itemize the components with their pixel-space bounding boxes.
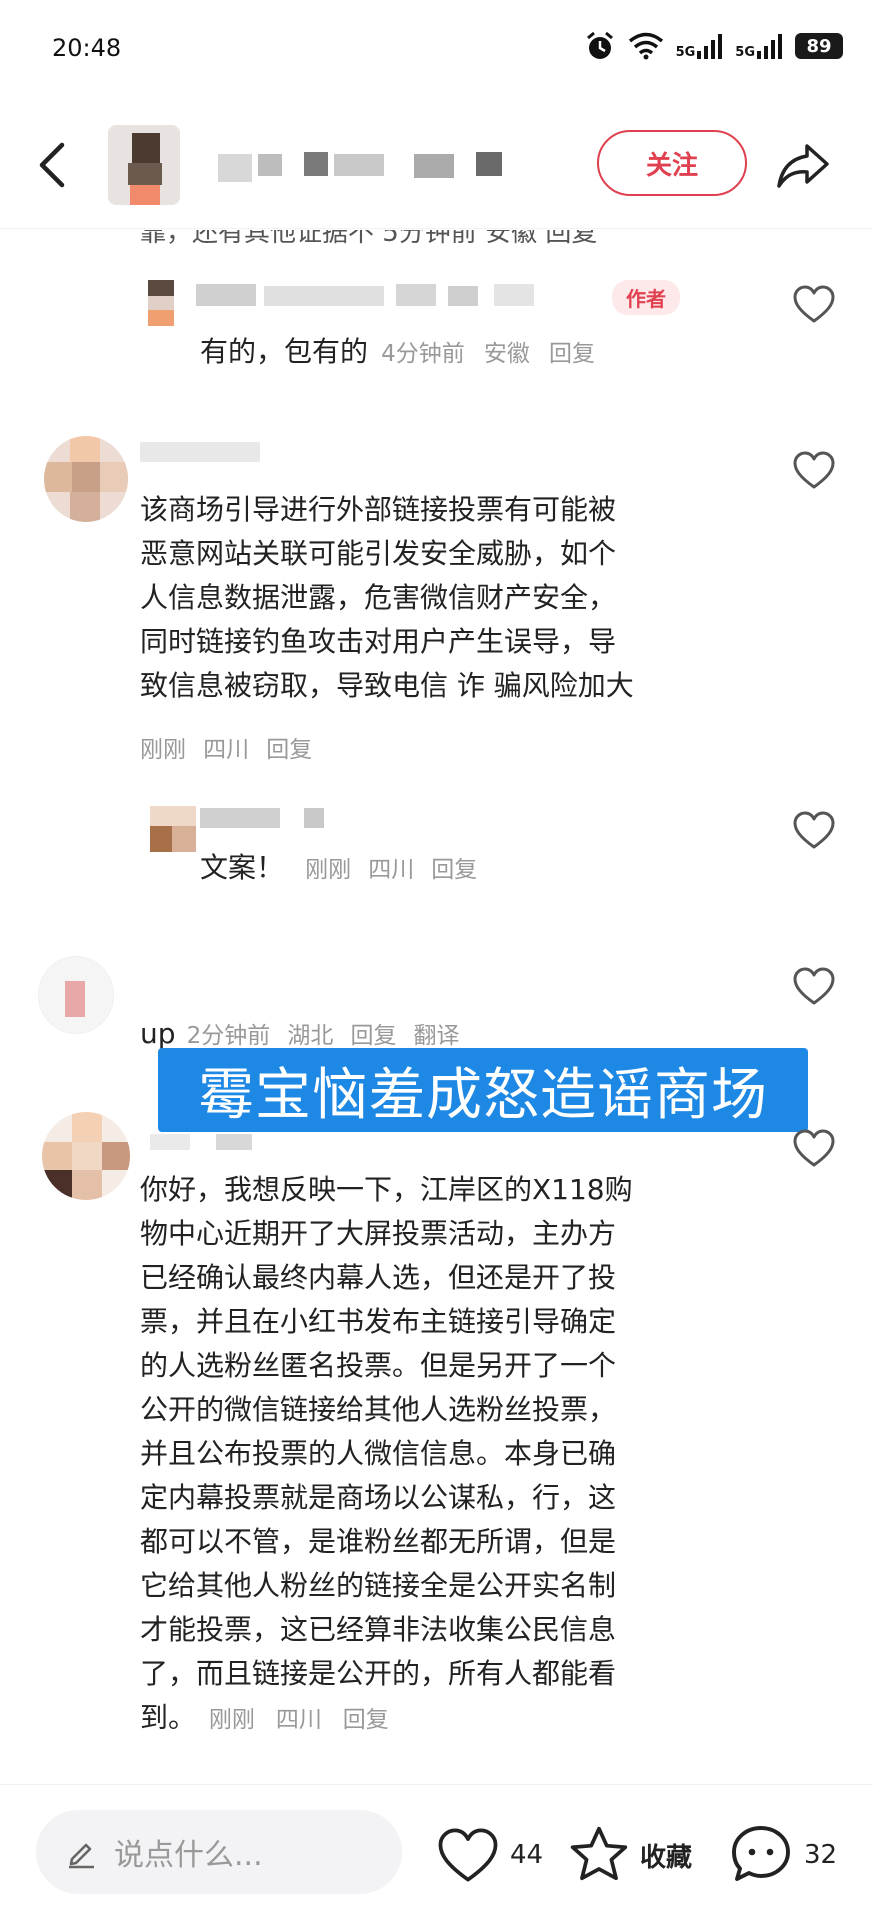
comment-time: 刚刚 bbox=[140, 737, 186, 763]
author-name-blurred[interactable] bbox=[218, 150, 508, 182]
comment-input[interactable]: 说点什么... bbox=[36, 1810, 402, 1894]
chevron-left-icon bbox=[39, 142, 65, 188]
partial-comment-line: 靠，还有其他证据不 5分钟前 安徽 回复 bbox=[140, 218, 598, 248]
share-icon bbox=[777, 144, 829, 188]
status-time: 20:48 bbox=[52, 34, 122, 62]
caption-banner: 霉宝恼羞成怒造谣商场 bbox=[158, 1048, 808, 1132]
comment-time: 2分钟前 bbox=[186, 1023, 271, 1049]
reply-link[interactable]: 回复 bbox=[266, 737, 312, 763]
comment-text: 有的，包有的 bbox=[200, 335, 369, 368]
status-icons: 5G 5G 89 bbox=[584, 30, 843, 62]
reply-row: 文案！ 刚刚 四川 回复 bbox=[200, 846, 477, 890]
pencil-icon bbox=[69, 1843, 94, 1869]
reply-link[interactable]: 回复 bbox=[549, 341, 595, 367]
commenter-username-blurred[interactable] bbox=[140, 442, 270, 466]
collect-button[interactable]: 收藏 bbox=[568, 1824, 692, 1886]
heart-icon bbox=[793, 1129, 835, 1167]
back-button[interactable] bbox=[32, 135, 72, 195]
commenter-avatar[interactable] bbox=[42, 1112, 130, 1200]
comments-button[interactable]: 32 bbox=[728, 1822, 837, 1888]
like-button[interactable] bbox=[792, 284, 836, 324]
translate-link[interactable]: 翻译 bbox=[414, 1023, 460, 1049]
comment-time: 刚刚 bbox=[208, 1707, 255, 1733]
comment-text: up bbox=[140, 1017, 176, 1050]
share-button[interactable] bbox=[775, 140, 831, 190]
like-button[interactable] bbox=[792, 966, 836, 1006]
comment-line: 公开的微信链接给其他人选粉丝投票， bbox=[140, 1393, 617, 1426]
comment-body: 你好，我想反映一下，江岸区的X118购 物中心近期开了大屏投票活动，主办方 已经… bbox=[140, 1168, 790, 1742]
comment-line: 同时链接钓鱼攻击对用户产生误导，导 bbox=[140, 625, 617, 658]
signal-2-icon: 5G bbox=[735, 33, 783, 59]
network-label-1: 5G bbox=[675, 45, 696, 60]
comment-location: 四川 bbox=[203, 737, 250, 763]
commenter-avatar[interactable] bbox=[44, 436, 128, 522]
comment-text: 文案！ bbox=[200, 851, 285, 884]
wifi-icon bbox=[628, 32, 663, 60]
commenter-avatar[interactable] bbox=[38, 956, 114, 1034]
network-label-2: 5G bbox=[735, 45, 755, 60]
comment-body: 该商场引导进行外部链接投票有可能被 恶意网站关联可能引发安全威胁，如个 人信息数… bbox=[140, 488, 780, 708]
follow-button[interactable]: 关注 bbox=[597, 130, 747, 196]
reply-username-blurred[interactable] bbox=[200, 808, 330, 832]
like-button[interactable] bbox=[792, 810, 836, 850]
comment-line: 到。 bbox=[140, 1701, 197, 1734]
author-avatar[interactable] bbox=[108, 125, 180, 205]
signal-1-icon: 5G bbox=[676, 33, 724, 59]
comment-line: 已经确认最终内幕人选，但还是开了投 bbox=[140, 1261, 617, 1294]
comment-input-placeholder: 说点什么... bbox=[114, 1838, 263, 1873]
collect-label: 收藏 bbox=[640, 1842, 693, 1873]
like-count: 44 bbox=[510, 1840, 544, 1870]
comment-line: 并且公布投票的人微信信息。本身已确 bbox=[140, 1437, 617, 1470]
comment-location: 四川 bbox=[275, 1707, 322, 1733]
comment-line: 物中心近期开了大屏投票活动，主办方 bbox=[140, 1217, 617, 1250]
battery-indicator: 89 bbox=[795, 33, 843, 59]
comment-count: 32 bbox=[804, 1840, 838, 1870]
comment-location: 四川 bbox=[368, 857, 415, 883]
reply-row: 有的，包有的 4分钟前 安徽 回复 bbox=[200, 330, 595, 374]
commenter-username-blurred[interactable] bbox=[150, 1134, 280, 1158]
comment-line: 都可以不管，是谁粉丝都无所谓，但是 bbox=[140, 1525, 617, 1558]
comment-line: 致信息被窃取，导致电信 诈 骗风险加大 bbox=[140, 669, 634, 702]
comment-line: 了，而且链接是公开的，所有人都能看 bbox=[140, 1657, 617, 1690]
reply-avatar[interactable] bbox=[150, 806, 196, 852]
heart-icon bbox=[793, 967, 835, 1005]
comment-line: 才能投票，这已经算非法收集公民信息 bbox=[140, 1613, 617, 1646]
heart-icon bbox=[793, 811, 835, 849]
heart-icon bbox=[793, 451, 835, 489]
comment-line: 它给其他人粉丝的链接全是公开实名制 bbox=[140, 1569, 617, 1602]
comment-time: 4分钟前 bbox=[381, 341, 465, 367]
comment-location: 安徽 bbox=[483, 341, 530, 367]
comment-line: 的人选粉丝匿名投票。但是另开了一个 bbox=[140, 1349, 617, 1382]
comment-line: 定内幕投票就是商场以公谋私，行，这 bbox=[140, 1481, 617, 1514]
comment-last-line: 到。 刚刚 四川 回复 bbox=[140, 1696, 790, 1742]
author-tag: 作者 bbox=[612, 280, 680, 315]
comment-line: 票，并且在小红书发布主链接引导确定 bbox=[140, 1305, 617, 1338]
header-divider bbox=[0, 228, 873, 229]
comment-time: 刚刚 bbox=[305, 857, 352, 883]
comment-meta: 刚刚 四川 回复 bbox=[140, 730, 312, 764]
heart-icon bbox=[793, 285, 835, 323]
comment-bubble-icon bbox=[732, 1826, 790, 1881]
like-button[interactable] bbox=[792, 450, 836, 490]
comment-line: 恶意网站关联可能引发安全威胁，如个 bbox=[140, 537, 617, 570]
alarm-icon bbox=[586, 31, 613, 59]
comment-line: 人信息数据泄露，危害微信财产安全， bbox=[140, 581, 617, 614]
comment-line: 你好，我想反映一下，江岸区的X118购 bbox=[140, 1173, 633, 1206]
like-button[interactable] bbox=[792, 1128, 836, 1168]
star-icon bbox=[570, 1826, 628, 1881]
reply-link[interactable]: 回复 bbox=[431, 857, 477, 883]
reply-avatar[interactable] bbox=[148, 280, 174, 326]
reply-link[interactable]: 回复 bbox=[350, 1023, 396, 1049]
reply-link[interactable]: 回复 bbox=[343, 1707, 389, 1733]
heart-icon bbox=[438, 1828, 498, 1882]
like-post-button[interactable]: 44 bbox=[436, 1826, 543, 1884]
comment-line: 该商场引导进行外部链接投票有可能被 bbox=[140, 493, 617, 526]
comment-location: 湖北 bbox=[287, 1023, 334, 1049]
reply-username-blurred[interactable] bbox=[196, 284, 546, 308]
